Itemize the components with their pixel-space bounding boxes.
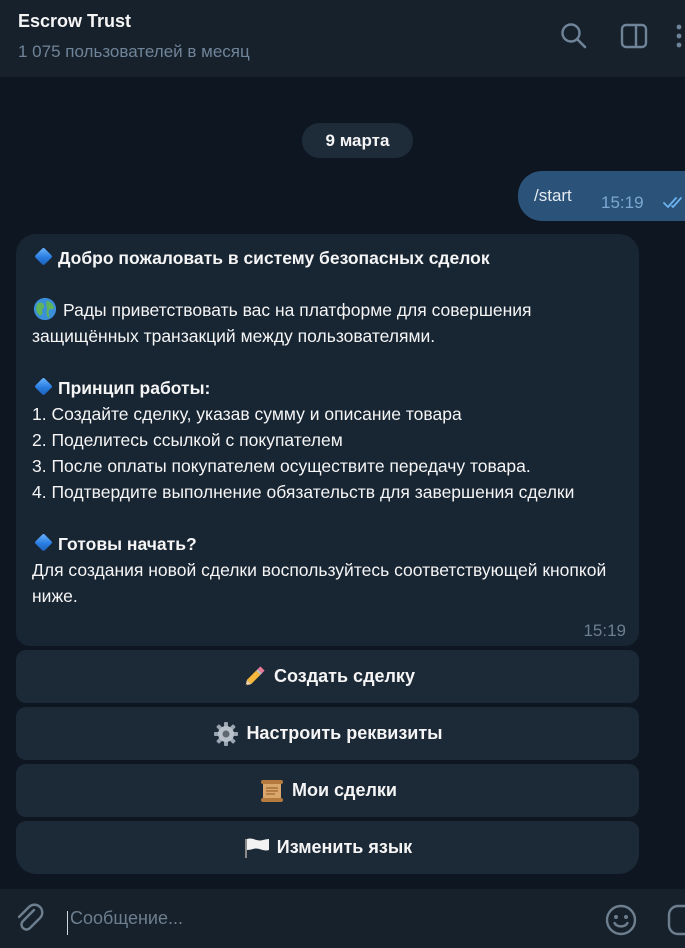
bot-message-time: 15:19 bbox=[583, 621, 626, 640]
scroll-icon bbox=[258, 778, 286, 804]
sticker-icon[interactable] bbox=[666, 903, 685, 937]
bot-message[interactable]: Добро пожаловать в систему безопасных сд… bbox=[16, 234, 639, 646]
gear-icon bbox=[212, 721, 240, 747]
step-item: 3. После оплаты покупателем осуществите … bbox=[32, 456, 531, 476]
paperclip-icon[interactable] bbox=[12, 901, 46, 935]
bot-message-section-ready: Готовы начать? bbox=[58, 534, 197, 554]
change-language-label: Изменить язык bbox=[276, 837, 413, 857]
setup-requisites-label: Настроить реквизиты bbox=[246, 723, 443, 743]
outgoing-message-time: 15:19 bbox=[601, 193, 644, 212]
date-divider: 9 марта bbox=[302, 123, 413, 158]
outgoing-message[interactable]: /start 15:19 bbox=[518, 171, 685, 221]
create-deal-button[interactable]: Создать сделку bbox=[16, 650, 639, 703]
blue-diamond-icon bbox=[34, 533, 53, 552]
bot-message-section-how: Принцип работы: bbox=[58, 378, 211, 398]
globe-icon bbox=[33, 297, 57, 321]
my-deals-label: Мои сделки bbox=[291, 780, 397, 800]
blue-diamond-icon bbox=[34, 247, 53, 266]
double-check-icon bbox=[663, 197, 682, 208]
emoji-icon[interactable] bbox=[604, 903, 638, 937]
more-menu-icon[interactable] bbox=[672, 20, 685, 52]
search-icon[interactable] bbox=[558, 20, 590, 52]
text-caret bbox=[67, 911, 68, 935]
telegram-chat-window: Escrow Trust 1 075 пользователей в месяц… bbox=[0, 0, 685, 948]
step-item: 4. Подтвердите выполнение обязательств д… bbox=[32, 482, 575, 502]
message-input[interactable] bbox=[70, 901, 590, 935]
bot-message-body: Добро пожаловать в систему безопасных сд… bbox=[32, 245, 627, 609]
sidebar-toggle-icon[interactable] bbox=[618, 20, 650, 52]
step-item: 2. Поделитесь ссылкой с покупателем bbox=[32, 430, 343, 450]
setup-requisites-button[interactable]: Настроить реквизиты bbox=[16, 707, 639, 760]
chat-header[interactable]: Escrow Trust 1 075 пользователей в месяц bbox=[0, 0, 685, 77]
pencil-icon bbox=[240, 664, 268, 690]
change-language-button[interactable]: Изменить язык bbox=[16, 821, 639, 874]
outgoing-message-text: /start bbox=[534, 186, 572, 205]
blue-diamond-icon bbox=[34, 377, 53, 396]
create-deal-label: Создать сделку bbox=[274, 666, 415, 686]
my-deals-button[interactable]: Мои сделки bbox=[16, 764, 639, 817]
chat-title[interactable]: Escrow Trust bbox=[18, 11, 131, 32]
bot-message-cta: Для создания новой сделки воспользуйтесь… bbox=[32, 560, 607, 606]
step-item: 1. Создайте сделку, указав сумму и описа… bbox=[32, 404, 462, 424]
bot-message-greeting: Рады приветствовать вас на платформе для… bbox=[32, 300, 532, 346]
message-composer bbox=[0, 889, 685, 948]
white-flag-icon bbox=[243, 835, 271, 861]
chat-subtitle: 1 075 пользователей в месяц bbox=[18, 42, 250, 61]
bot-message-title: Добро пожаловать в систему безопасных сд… bbox=[58, 248, 490, 268]
